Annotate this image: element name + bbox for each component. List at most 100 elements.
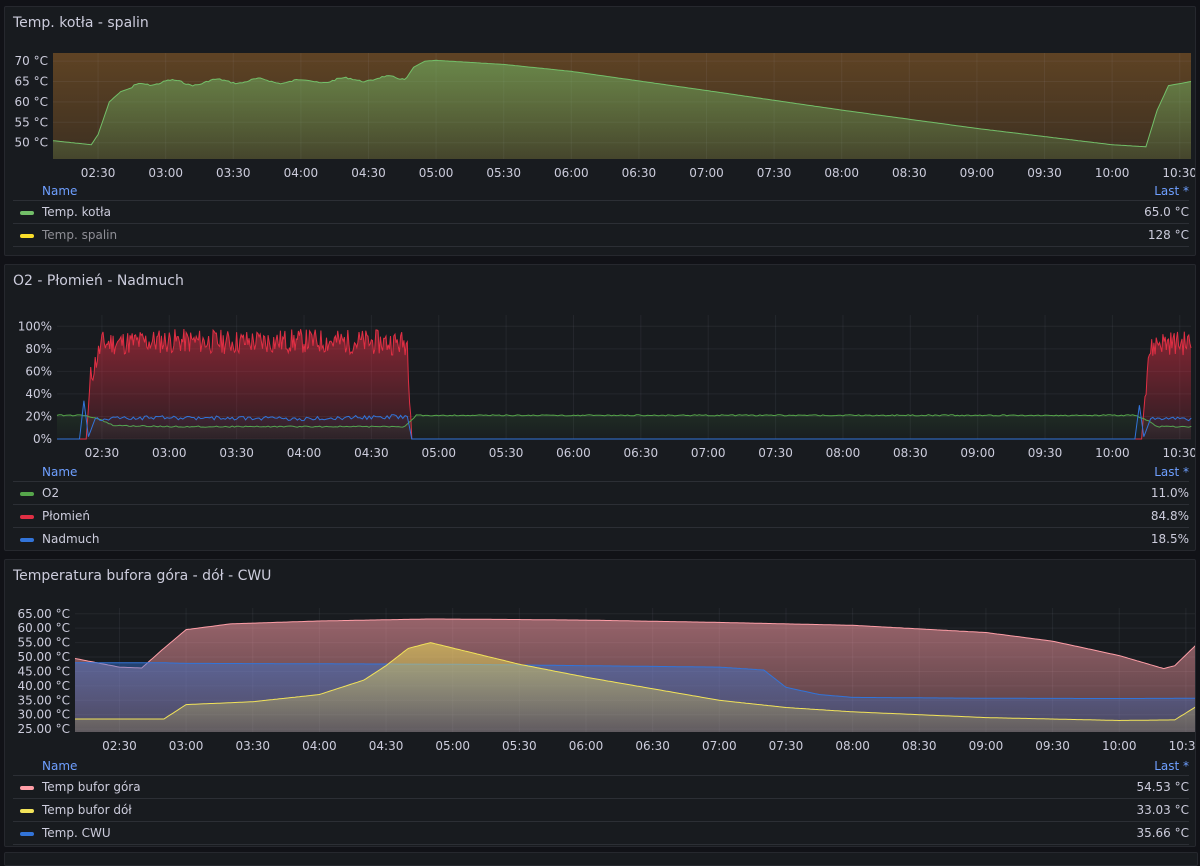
x-tick-label: 09:00 [960, 166, 995, 180]
x-tick-label: 10:30 [1162, 446, 1196, 460]
x-tick-label: 03:00 [148, 166, 183, 180]
legend: Name Last * Temp bufor góra 54.53 °C Tem… [13, 757, 1189, 845]
panel-o2-flame-fan: O2 - Płomień - Nadmuch 02:30 03:00 03:30 04… [4, 264, 1196, 551]
series-last-value: 33.03 °C [1136, 803, 1189, 817]
legend-item-temp-kotla[interactable]: Temp. kotła 65.0 °C [13, 201, 1189, 224]
plot-area: 02:30 03:00 03:30 04:00 04:30 05:00 05:30 06:00… [17, 607, 1196, 753]
legend: Name Last * Temp. kotła 65.0 °C Temp. sp… [13, 182, 1189, 247]
x-tick-label: 04:30 [369, 739, 404, 753]
legend: Name Last * O2 11.0% Płomień 84.8% Nadmu… [13, 463, 1189, 550]
x-tick-label: 07:00 [702, 739, 737, 753]
legend-name-header[interactable]: Name [42, 184, 77, 198]
y-tick-label: 50 °C [15, 136, 48, 150]
x-tick-label: 10:00 [1095, 446, 1130, 460]
x-tick-label: 06:00 [556, 446, 591, 460]
series-last-value: 84.8% [1150, 509, 1189, 523]
y-tick-label: 60.00 °C [17, 621, 70, 635]
y-tick-label: 35.00 °C [17, 693, 70, 707]
y-tick-label: 100% [18, 319, 52, 333]
x-tick-label: 10:00 [1102, 739, 1137, 753]
legend-last-header[interactable]: Last * [1154, 465, 1189, 479]
panel-buffer-temp: Temperatura bufora góra - dół - CWU 02:3… [4, 559, 1196, 847]
x-tick-label: 08:30 [893, 446, 928, 460]
x-tick-label: 04:00 [302, 739, 337, 753]
x-tick-label: 10:30 [1169, 739, 1196, 753]
x-tick-label: 05:00 [421, 446, 456, 460]
legend-header: Name Last * [13, 182, 1189, 201]
series-last-value: 11.0% [1150, 486, 1189, 500]
y-tick-label: 55 °C [15, 115, 48, 129]
x-tick-label: 04:30 [354, 446, 389, 460]
series-last-value: 128 °C [1147, 228, 1189, 242]
series-name: Temp. kotła [42, 205, 111, 219]
series-name: O2 [42, 486, 60, 500]
y-tick-label: 60 °C [15, 95, 48, 109]
x-tick-label: 06:00 [554, 166, 589, 180]
x-tick-label: 07:30 [769, 739, 804, 753]
x-tick-label: 08:30 [892, 166, 927, 180]
legend-item-plomien[interactable]: Płomień 84.8% [13, 505, 1189, 528]
series-swatch [20, 211, 34, 215]
y-tick-label: 20% [25, 409, 52, 423]
series-name: Temp bufor dół [42, 803, 132, 817]
series-swatch [20, 538, 34, 542]
legend-item-bufor-dol[interactable]: Temp bufor dół 33.03 °C [13, 799, 1189, 822]
legend-name-header[interactable]: Name [42, 465, 77, 479]
legend-item-o2[interactable]: O2 11.0% [13, 482, 1189, 505]
x-tick-label: 03:30 [219, 446, 254, 460]
plot-area: 02:30 03:00 03:30 04:00 04:30 05:00 05:30 06:00… [15, 53, 1196, 180]
x-tick-label: 08:00 [826, 446, 861, 460]
series-last-value: 35.66 °C [1136, 826, 1189, 840]
o2-flame-fan-chart[interactable]: 02:30 03:00 03:30 04:00 04:30 05:00 05:30 06:00… [5, 265, 1196, 465]
series-name: Temp. spalin [42, 228, 118, 242]
legend-name-header[interactable]: Name [42, 759, 77, 773]
legend-item-nadmuch[interactable]: Nadmuch 18.5% [13, 528, 1189, 550]
x-tick-label: 03:00 [169, 739, 204, 753]
x-tick-label: 04:00 [284, 166, 319, 180]
panel-boiler-temp: Temp. kotła - spalin 02:30 03:00 03:30 04:0… [4, 6, 1196, 256]
y-tick-label: 40% [25, 387, 52, 401]
x-tick-label: 07:30 [758, 446, 793, 460]
x-tick-label: 10:00 [1095, 166, 1130, 180]
x-tick-label: 04:00 [287, 446, 322, 460]
x-tick-label: 02:30 [85, 446, 120, 460]
x-tick-label: 03:00 [152, 446, 187, 460]
buffer-temp-chart[interactable]: 02:30 03:00 03:30 04:00 04:30 05:00 05:30 06:00… [5, 560, 1196, 760]
x-tick-label: 08:30 [902, 739, 937, 753]
series-last-value: 65.0 °C [1144, 205, 1189, 219]
y-tick-label: 40.00 °C [17, 679, 70, 693]
x-tick-label: 07:30 [757, 166, 792, 180]
x-tick-label: 03:30 [235, 739, 270, 753]
x-tick-label: 10:30 [1162, 166, 1196, 180]
y-tick-label: 25.00 °C [17, 722, 70, 736]
legend-last-header[interactable]: Last * [1154, 759, 1189, 773]
series-last-value: 18.5% [1150, 532, 1189, 546]
x-tick-label: 02:30 [81, 166, 116, 180]
series-name: Płomień [42, 509, 90, 523]
y-tick-label: 50.00 °C [17, 650, 70, 664]
legend-header: Name Last * [13, 463, 1189, 482]
x-tick-label: 05:00 [435, 739, 470, 753]
y-tick-label: 60% [25, 364, 52, 378]
x-tick-label: 09:30 [1028, 446, 1063, 460]
series-name: Temp. CWU [42, 826, 111, 840]
legend-item-temp-spalin[interactable]: Temp. spalin 128 °C [13, 224, 1189, 247]
legend-last-header[interactable]: Last * [1154, 184, 1189, 198]
series-swatch [20, 786, 34, 790]
series-last-value: 54.53 °C [1136, 780, 1189, 794]
boiler-temp-chart[interactable]: 02:30 03:00 03:30 04:00 04:30 05:00 05:30 06:00… [5, 7, 1196, 187]
x-tick-label: 08:00 [824, 166, 859, 180]
x-tick-label: 04:30 [351, 166, 386, 180]
y-tick-label: 80% [25, 342, 52, 356]
x-tick-label: 06:30 [624, 446, 659, 460]
legend-item-bufor-gora[interactable]: Temp bufor góra 54.53 °C [13, 776, 1189, 799]
x-tick-label: 09:30 [1027, 166, 1062, 180]
x-tick-label: 03:30 [216, 166, 251, 180]
legend-header: Name Last * [13, 757, 1189, 776]
legend-item-temp-cwu[interactable]: Temp. CWU 35.66 °C [13, 822, 1189, 845]
x-tick-label: 08:00 [835, 739, 870, 753]
series-name: Temp bufor góra [42, 780, 141, 794]
x-tick-label: 09:00 [960, 446, 995, 460]
series-swatch [20, 809, 34, 813]
x-tick-label: 05:00 [419, 166, 454, 180]
